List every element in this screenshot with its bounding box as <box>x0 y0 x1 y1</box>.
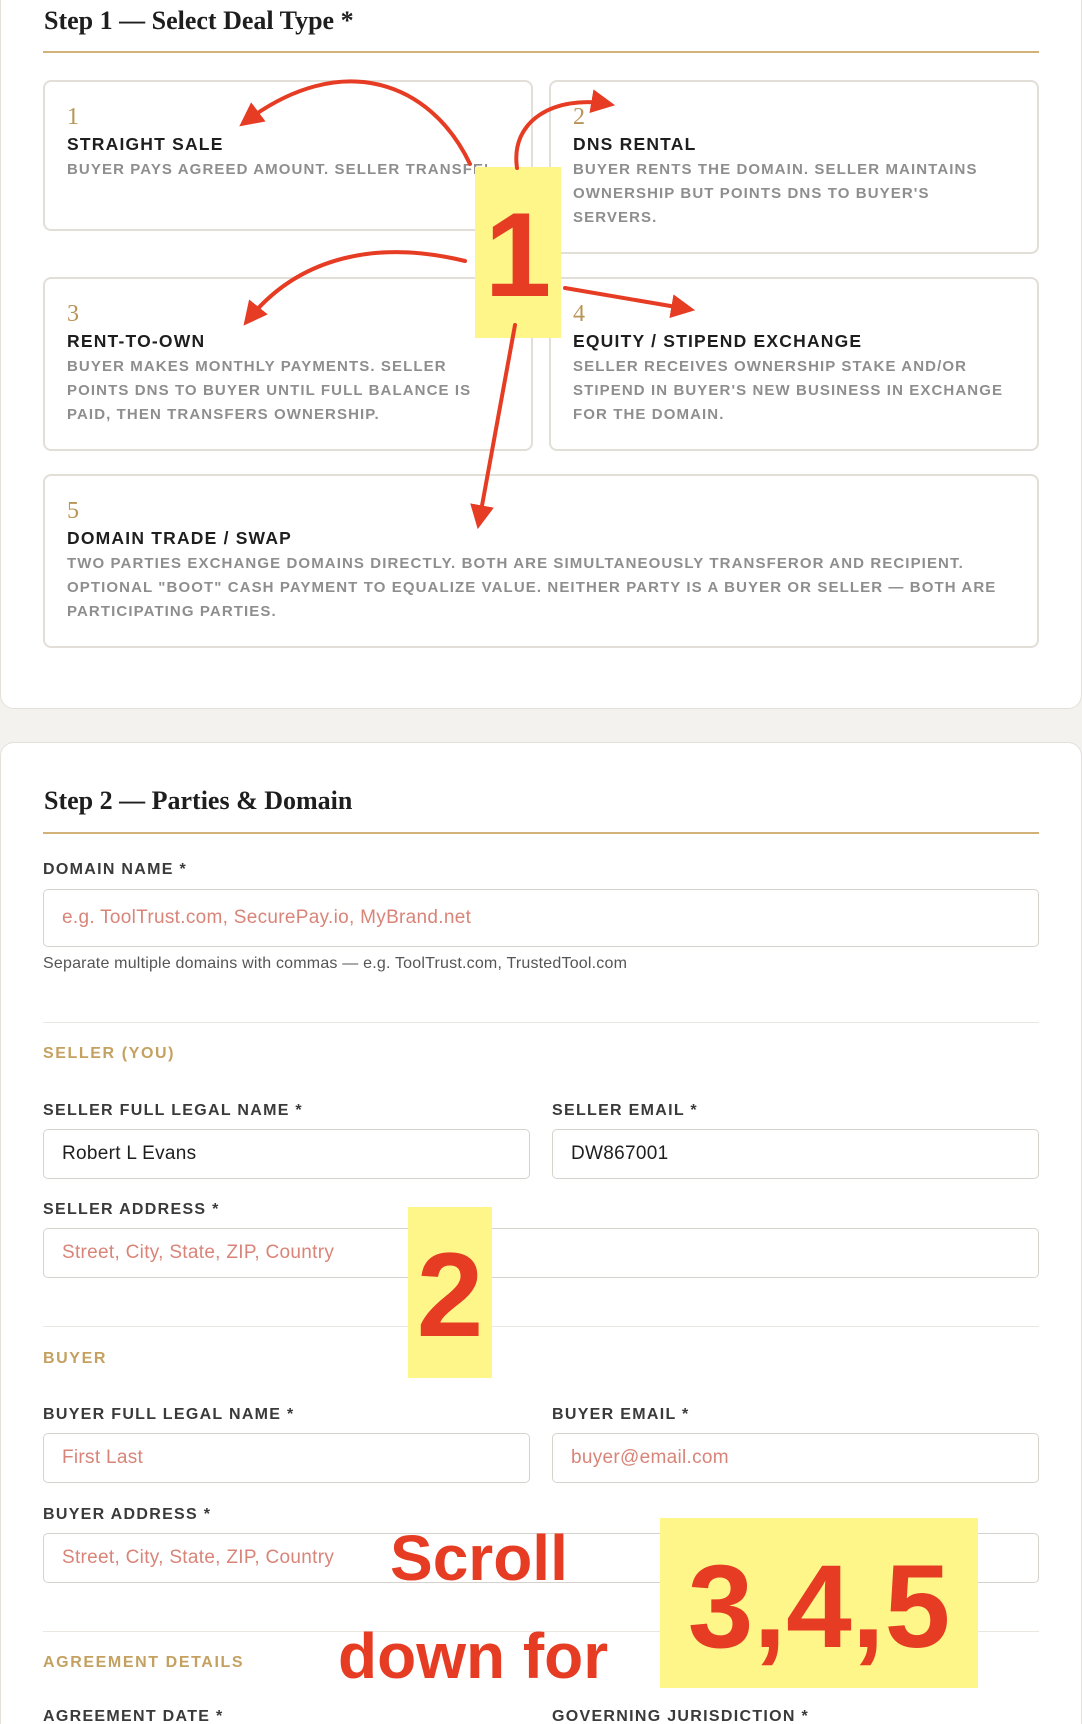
arrow-to-domain-trade <box>470 323 517 530</box>
arrow-to-straight-sale <box>239 79 472 166</box>
annotation-arrows <box>239 79 696 530</box>
arrow-to-equity <box>563 286 696 319</box>
arrow-to-rent-to-own <box>243 250 467 326</box>
arrow-to-dns-rental <box>514 89 616 170</box>
